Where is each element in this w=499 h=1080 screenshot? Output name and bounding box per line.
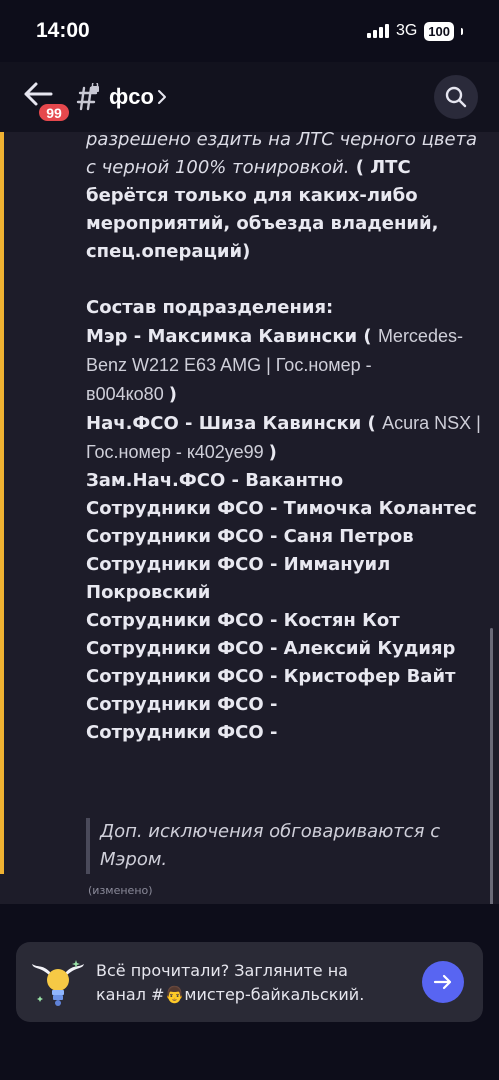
search-button[interactable] [434, 75, 478, 119]
message-segment: мероприятий, объезда владений, [86, 213, 439, 234]
message-line: с черной 100% тонировкой. ( ЛТС [86, 154, 486, 182]
message-segment: спец.операций) [86, 241, 251, 262]
arrow-right-icon [433, 974, 452, 990]
message-segment: Сотрудники ФСО - [86, 722, 278, 743]
message-line: Benz W212 E63 AMG | Гос.номер - [86, 351, 486, 380]
unread-badge: 99 [36, 101, 72, 124]
status-time: 14:00 [36, 19, 90, 42]
message-segment: Сотрудники ФСО - Саня Петров [86, 526, 414, 547]
status-bar: 14:00 3G 100 [0, 0, 499, 62]
message-segment: Benz W212 E63 AMG | Гос.номер - [86, 355, 372, 375]
message-segment: ( ЛТС [349, 157, 411, 178]
status-indicators: 3G 100 [366, 21, 463, 41]
edited-label: (изменено) [88, 884, 153, 897]
channel-title[interactable]: фсо [109, 84, 154, 110]
message-line: Зам.Нач.ФСО - Вакантно [86, 467, 486, 495]
notice-line[interactable]: канал #👨мистер-байкальский. [96, 983, 364, 1007]
message-line [86, 266, 486, 294]
message-segment: Сотрудники ФСО - Костян Кот [86, 610, 400, 631]
search-icon [445, 86, 467, 108]
message-segment: Mercedes- [377, 326, 463, 346]
message-segment: ) [168, 384, 177, 405]
message-segment: Сотрудники ФСО - Кристофер Вайт [86, 666, 456, 687]
message-line: Мэр - Максимка Кавински ( Mercedes- [86, 322, 486, 351]
message-segment: Покровский [86, 582, 211, 603]
message-line: Сотрудники ФСО - Костян Кот [86, 607, 486, 635]
message-segment: Зам.Нач.ФСО - Вакантно [86, 470, 344, 491]
quote-line: Мэром. [100, 849, 168, 870]
message-line: Гос.номер - к402уе99 ) [86, 438, 486, 467]
message-line: Нач.ФСО - Шиза Кавински ( Acura NSX | [86, 409, 486, 438]
message-segment: Сотрудники ФСО - Иммануил [86, 554, 391, 575]
message-segment: Нач.ФСО - Шиза Кавински ( [86, 413, 383, 434]
message-line: спец.операций) [86, 238, 486, 266]
notice-line: Всё прочитали? Загляните на [96, 961, 348, 980]
message-segment: Acura NSX | [382, 413, 481, 433]
message-segment: Сотрудники ФСО - Алексий Кудияр [86, 638, 456, 659]
mention-highlight-bar [0, 132, 4, 874]
message-segment: разрешено ездить на ЛТС черного цвета [86, 132, 478, 150]
message-segment: с черной 100% тонировкой. [86, 157, 350, 178]
message-line: разрешено ездить на ЛТС черного цвета [86, 132, 486, 154]
message-line: Сотрудники ФСО - Саня Петров [86, 523, 486, 551]
message-line: Покровский [86, 579, 486, 607]
chevron-right-icon[interactable] [157, 88, 167, 106]
notice-text: Всё прочитали? Загляните на канал #👨мист… [96, 959, 364, 1007]
message-segment: в004ко80 [86, 384, 169, 404]
message-segment: берётся только для каких-либо [86, 185, 418, 206]
channel-hash-lock-icon [76, 83, 99, 111]
unread-notice-card[interactable]: Всё прочитали? Загляните на канал #👨мист… [16, 942, 483, 1022]
signal-icon [366, 24, 389, 38]
message-segment: Мэр - Максимка Кавински ( [86, 326, 378, 347]
message-segment: Гос.номер - к402уе99 [86, 442, 269, 462]
winged-bulb-illustration [32, 960, 84, 1006]
network-type: 3G [395, 22, 418, 39]
message-segment: ) [268, 442, 277, 463]
message-line: Сотрудники ФСО - Кристофер Вайт [86, 663, 486, 691]
message-segment: Сотрудники ФСО - Тимочка Колантес [86, 498, 477, 519]
message-line: берётся только для каких-либо [86, 182, 486, 210]
message-line: мероприятий, объезда владений, [86, 210, 486, 238]
go-to-channel-button[interactable] [422, 961, 464, 1003]
scrollbar[interactable] [490, 628, 493, 904]
message-line: Сотрудники ФСО - [86, 719, 486, 747]
message-segment: Состав подразделения: [86, 297, 334, 318]
message-segment: Сотрудники ФСО - [86, 694, 278, 715]
battery-icon: 100 [424, 21, 454, 41]
battery-tip [461, 27, 463, 35]
message-line: Сотрудники ФСО - Тимочка Колантес [86, 495, 486, 523]
message-quote: Доп. исключения обговариваются с Мэром. [86, 818, 440, 874]
message-line: в004ко80 ) [86, 380, 486, 409]
quote-line: Доп. исключения обговариваются с [100, 821, 441, 842]
message-line: Сотрудники ФСО - [86, 691, 486, 719]
message-line: Сотрудники ФСО - Алексий Кудияр [86, 635, 486, 663]
message-line: Сотрудники ФСО - Иммануил [86, 551, 486, 579]
home-indicator-area [0, 1038, 499, 1080]
message-list[interactable]: разрешено ездить на ЛТС черного цвета с ч… [0, 132, 499, 904]
message-content: разрешено ездить на ЛТС черного цвета с ч… [86, 132, 486, 747]
message-line: Состав подразделения: [86, 294, 486, 322]
